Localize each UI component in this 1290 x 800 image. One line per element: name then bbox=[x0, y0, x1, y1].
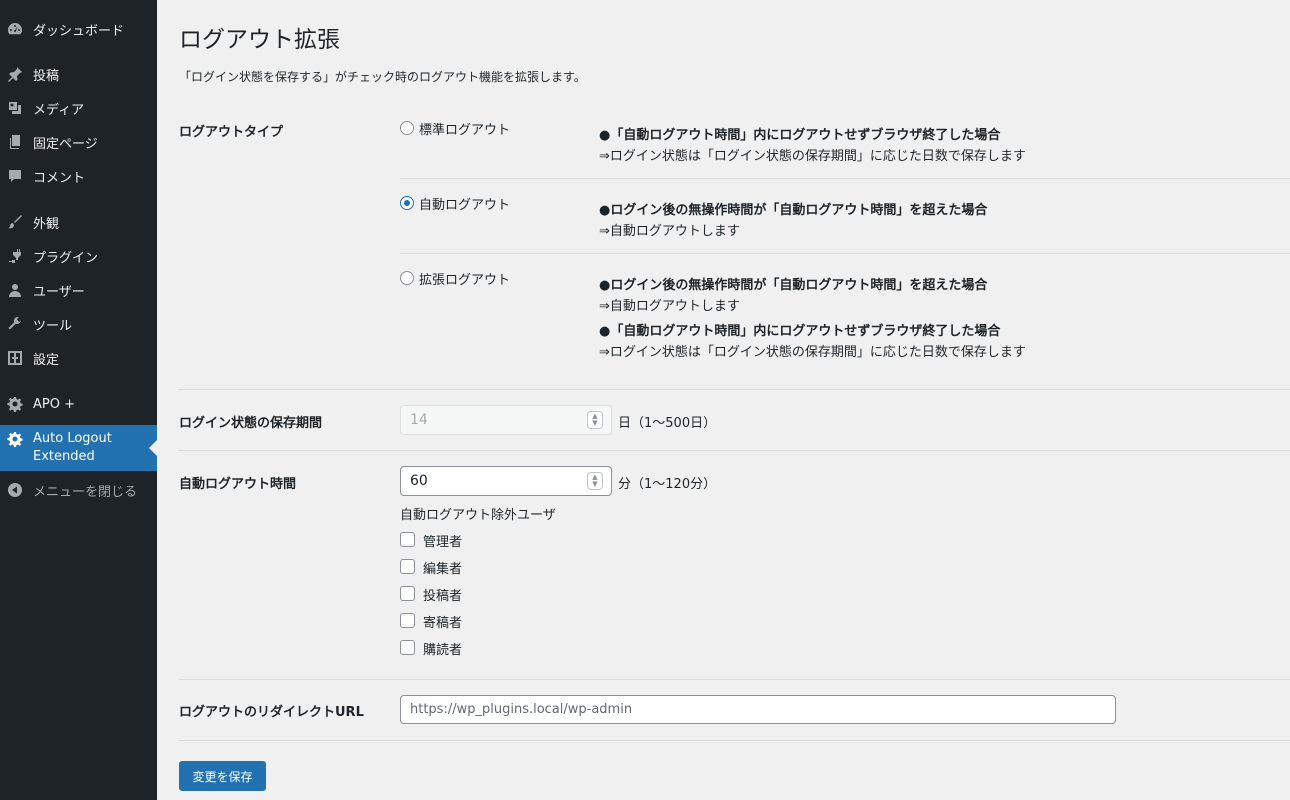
sidebar-item-label: 固定ページ bbox=[33, 136, 98, 152]
row-divider bbox=[179, 740, 1290, 741]
sidebar-item-comments[interactable]: コメント bbox=[0, 159, 157, 193]
gear-icon bbox=[7, 396, 23, 412]
gear-icon bbox=[7, 431, 23, 447]
stepper-icon: ▲ ▼ bbox=[587, 411, 603, 429]
wrench-icon bbox=[7, 316, 23, 332]
page-description: 「ログイン状態を保存する」がチェック時のログアウト機能を拡張します。 bbox=[179, 70, 586, 84]
redirect-url-placeholder: https://wp_plugins.local/wp-admin bbox=[410, 702, 633, 717]
note-text: ⇒自動ログアウトします bbox=[599, 224, 740, 239]
sidebar-item-label: APO + bbox=[33, 396, 75, 412]
sidebar-item-label: 投稿 bbox=[33, 68, 60, 84]
radio-extended-logout[interactable] bbox=[400, 271, 414, 285]
radio-standard-logout[interactable] bbox=[400, 121, 414, 135]
row-divider bbox=[179, 450, 1290, 451]
page-icon bbox=[7, 134, 23, 150]
save-period-input: 14 ▲ ▼ bbox=[400, 405, 612, 435]
page-title: ログアウト拡張 bbox=[179, 27, 340, 53]
sidebar-item-apo[interactable]: APO + bbox=[0, 387, 157, 421]
settings-icon bbox=[7, 350, 23, 366]
pin-icon bbox=[7, 66, 23, 82]
logout-type-label: ログアウトタイプ bbox=[179, 125, 284, 140]
checkbox-label[interactable]: 編集者 bbox=[423, 558, 462, 577]
exclude-users-label: 自動ログアウト除外ユーザ bbox=[400, 508, 556, 523]
sidebar-item-label: ユーザー bbox=[33, 284, 85, 300]
radio-label-auto[interactable]: 自動ログアウト bbox=[419, 194, 510, 213]
auto-logout-time-label: 自動ログアウト時間 bbox=[179, 477, 297, 492]
collapse-icon bbox=[7, 482, 23, 498]
row-divider bbox=[179, 679, 1290, 680]
row-divider bbox=[179, 389, 1290, 390]
auto-logout-time-input[interactable]: 60 ▲ ▼ bbox=[400, 466, 612, 496]
sidebar-item-label: 設定 bbox=[33, 352, 60, 368]
sidebar-item-auto-logout-extended[interactable]: Auto Logout Extended bbox=[0, 425, 157, 471]
note-text: ⇒自動ログアウトします bbox=[599, 299, 740, 314]
checkbox-label[interactable]: 投稿者 bbox=[423, 585, 462, 604]
sidebar-item-label: メディア bbox=[33, 102, 85, 118]
radio-auto-logout[interactable] bbox=[400, 196, 414, 210]
comment-icon bbox=[7, 168, 23, 184]
auto-logout-time-unit: 分（1〜120分） bbox=[618, 477, 717, 492]
stepper-icon[interactable]: ▲ ▼ bbox=[587, 472, 603, 490]
sidebar-item-pages[interactable]: 固定ページ bbox=[0, 125, 157, 159]
sidebar-item-label: プラグイン bbox=[33, 250, 99, 266]
sidebar-item-settings[interactable]: 設定 bbox=[0, 341, 157, 375]
sidebar-item-label: Auto Logout Extended bbox=[33, 431, 112, 464]
note-text: ⇒ログイン状態は「ログイン状態の保存期間」に応じた日数で保存します bbox=[599, 345, 1026, 360]
save-period-unit: 日（1〜500日） bbox=[618, 416, 717, 431]
user-icon bbox=[7, 282, 23, 298]
plugin-icon bbox=[7, 248, 23, 264]
sidebar-item-tools[interactable]: ツール bbox=[0, 307, 157, 341]
note-heading: ●「自動ログアウト時間」内にログアウトせずブラウザ終了した場合 bbox=[599, 324, 1001, 339]
sidebar-item-plugins[interactable]: プラグイン bbox=[0, 239, 157, 273]
checkbox-subscriber[interactable] bbox=[400, 640, 415, 655]
save-period-value: 14 bbox=[410, 412, 428, 428]
note-heading: ●ログイン後の無操作時間が「自動ログアウト時間」を超えた場合 bbox=[599, 203, 988, 218]
radio-label-extended[interactable]: 拡張ログアウト bbox=[419, 269, 510, 288]
save-period-label: ログイン状態の保存期間 bbox=[179, 416, 323, 431]
redirect-url-input[interactable]: https://wp_plugins.local/wp-admin bbox=[400, 695, 1116, 724]
radio-label-standard[interactable]: 標準ログアウト bbox=[419, 119, 510, 138]
dashboard-icon bbox=[7, 21, 23, 37]
checkbox-editor[interactable] bbox=[400, 559, 415, 574]
sidebar-item-media[interactable]: メディア bbox=[0, 91, 157, 125]
sidebar-item-label: ツール bbox=[33, 318, 73, 334]
sidebar-collapse-menu[interactable]: メニューを閉じる bbox=[0, 473, 157, 507]
settings-page: ログアウト拡張 「ログイン状態を保存する」がチェック時のログアウト機能を拡張しま… bbox=[179, 0, 1290, 800]
note-heading: ●「自動ログアウト時間」内にログアウトせずブラウザ終了した場合 bbox=[599, 128, 1001, 143]
sidebar-item-users[interactable]: ユーザー bbox=[0, 273, 157, 307]
auto-logout-time-value: 60 bbox=[410, 473, 428, 489]
checkbox-administrator[interactable] bbox=[400, 532, 415, 547]
save-changes-button[interactable]: 変更を保存 bbox=[179, 761, 266, 791]
sidebar-item-label: メニューを閉じる bbox=[33, 484, 138, 500]
option-divider bbox=[400, 253, 1290, 254]
sidebar-item-appearance[interactable]: 外観 bbox=[0, 205, 157, 239]
media-icon bbox=[7, 100, 23, 116]
checkbox-label[interactable]: 管理者 bbox=[423, 531, 462, 550]
redirect-url-label: ログアウトのリダイレクトURL bbox=[179, 705, 364, 720]
admin-sidebar: ダッシュボード 投稿 メディア 固定ページ コメント 外観 プラグイン ユーザー… bbox=[0, 0, 157, 800]
sidebar-item-label: 外観 bbox=[33, 216, 60, 232]
sidebar-item-posts[interactable]: 投稿 bbox=[0, 57, 157, 91]
sidebar-item-dashboard[interactable]: ダッシュボード bbox=[0, 12, 157, 46]
checkbox-label[interactable]: 購読者 bbox=[423, 639, 462, 658]
note-heading: ●ログイン後の無操作時間が「自動ログアウト時間」を超えた場合 bbox=[599, 278, 988, 293]
checkbox-contributor[interactable] bbox=[400, 613, 415, 628]
brush-icon bbox=[7, 214, 23, 230]
note-text: ⇒ログイン状態は「ログイン状態の保存期間」に応じた日数で保存します bbox=[599, 149, 1026, 164]
sidebar-item-label: ダッシュボード bbox=[33, 23, 125, 39]
option-divider bbox=[400, 178, 1290, 179]
checkbox-author[interactable] bbox=[400, 586, 415, 601]
sidebar-item-label: コメント bbox=[33, 170, 86, 186]
checkbox-label[interactable]: 寄稿者 bbox=[423, 612, 462, 631]
